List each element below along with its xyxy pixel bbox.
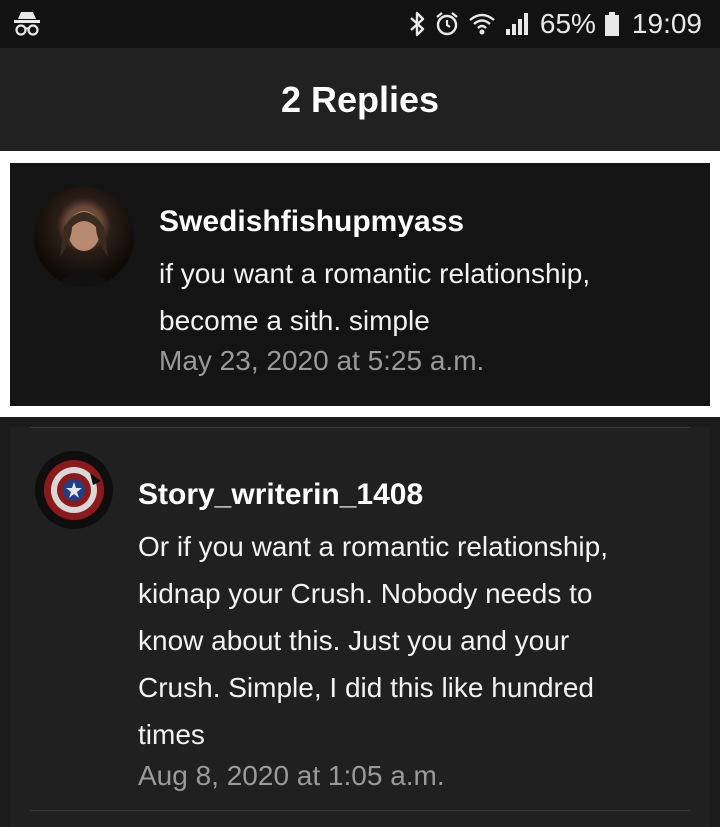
reply-timestamp: Aug 8, 2020 at 1:05 a.m. [138, 760, 445, 791]
comment-body: if you want a romantic relationship, bec… [159, 250, 590, 344]
reply-line: kidnap your Crush. Nobody needs to [138, 578, 593, 609]
signal-icon [505, 13, 528, 35]
reply-line: know about this. Just you and your [138, 625, 570, 656]
shield-icon [44, 460, 104, 520]
reply-line: Or if you want a romantic relationship, [138, 531, 608, 562]
replies-list: Story_writerin_1408 Or if you want a rom… [0, 417, 720, 827]
avatar[interactable] [34, 187, 134, 287]
reply-body: Or if you want a romantic relationship, … [138, 523, 608, 758]
comment-line: become a sith. simple [159, 305, 430, 336]
reply-card: Story_writerin_1408 Or if you want a rom… [10, 427, 710, 827]
avatar-portrait [54, 211, 114, 287]
page-header: 2 Replies [0, 48, 720, 151]
clock: 19:09 [631, 8, 702, 39]
separator [0, 151, 720, 163]
parent-comment: Swedishfishupmyass if you want a romanti… [0, 163, 720, 417]
alarm-icon [436, 12, 458, 36]
battery-percent: 65% [539, 8, 596, 39]
reply-author[interactable]: Story_writerin_1408 [138, 478, 423, 512]
comment-timestamp: May 23, 2020 at 5:25 a.m. [159, 345, 485, 376]
status-bar: 65% 19:09 [0, 0, 720, 48]
reply-line: Crush. Simple, I did this like hundred [138, 672, 594, 703]
comment-card: Swedishfishupmyass if you want a romanti… [10, 163, 710, 406]
reply-line: times [138, 719, 205, 750]
page-title: 2 Replies [280, 78, 440, 120]
divider [30, 810, 690, 811]
comment-line: if you want a romantic relationship, [159, 258, 591, 289]
bluetooth-icon [410, 11, 425, 37]
battery-icon [604, 12, 619, 36]
incognito-icon [14, 12, 40, 36]
wifi-icon [469, 13, 495, 35]
avatar[interactable] [35, 451, 113, 529]
divider [30, 427, 690, 428]
comment-author[interactable]: Swedishfishupmyass [159, 205, 464, 239]
